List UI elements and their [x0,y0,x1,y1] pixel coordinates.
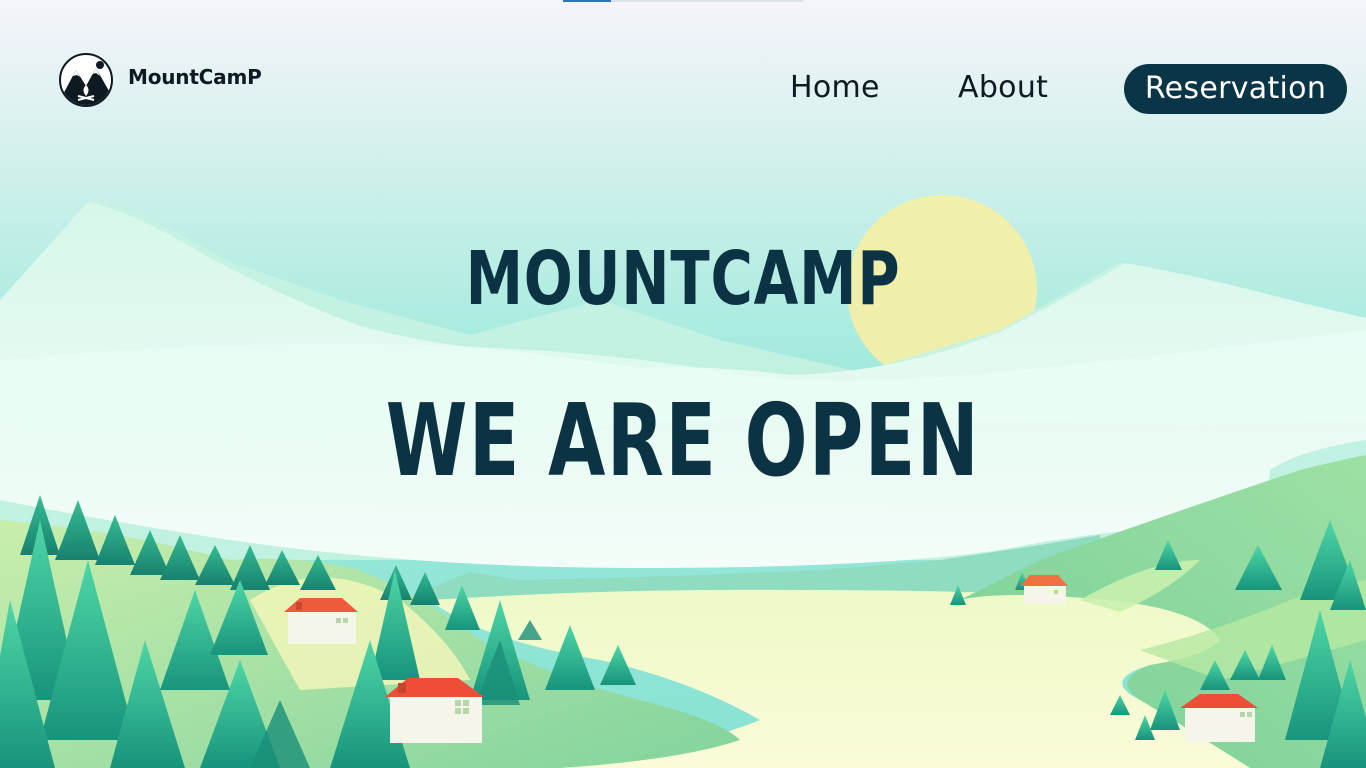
cabin-center [385,678,484,743]
nav-home-link[interactable]: Home [790,64,880,114]
hero-title: MOUNTCAMP [465,236,901,322]
reservation-button[interactable]: Reservation [1124,64,1347,114]
hero-subtitle: WE ARE OPEN [385,382,981,499]
cabin-right [1180,694,1258,742]
main-nav: Home About Reservation [0,64,1366,114]
scroll-progress [563,0,611,2]
cabin-left [284,598,358,644]
nav-about-link[interactable]: About [958,64,1048,114]
cabin-far [1020,575,1068,604]
top-scroll-indicator [563,0,803,2]
